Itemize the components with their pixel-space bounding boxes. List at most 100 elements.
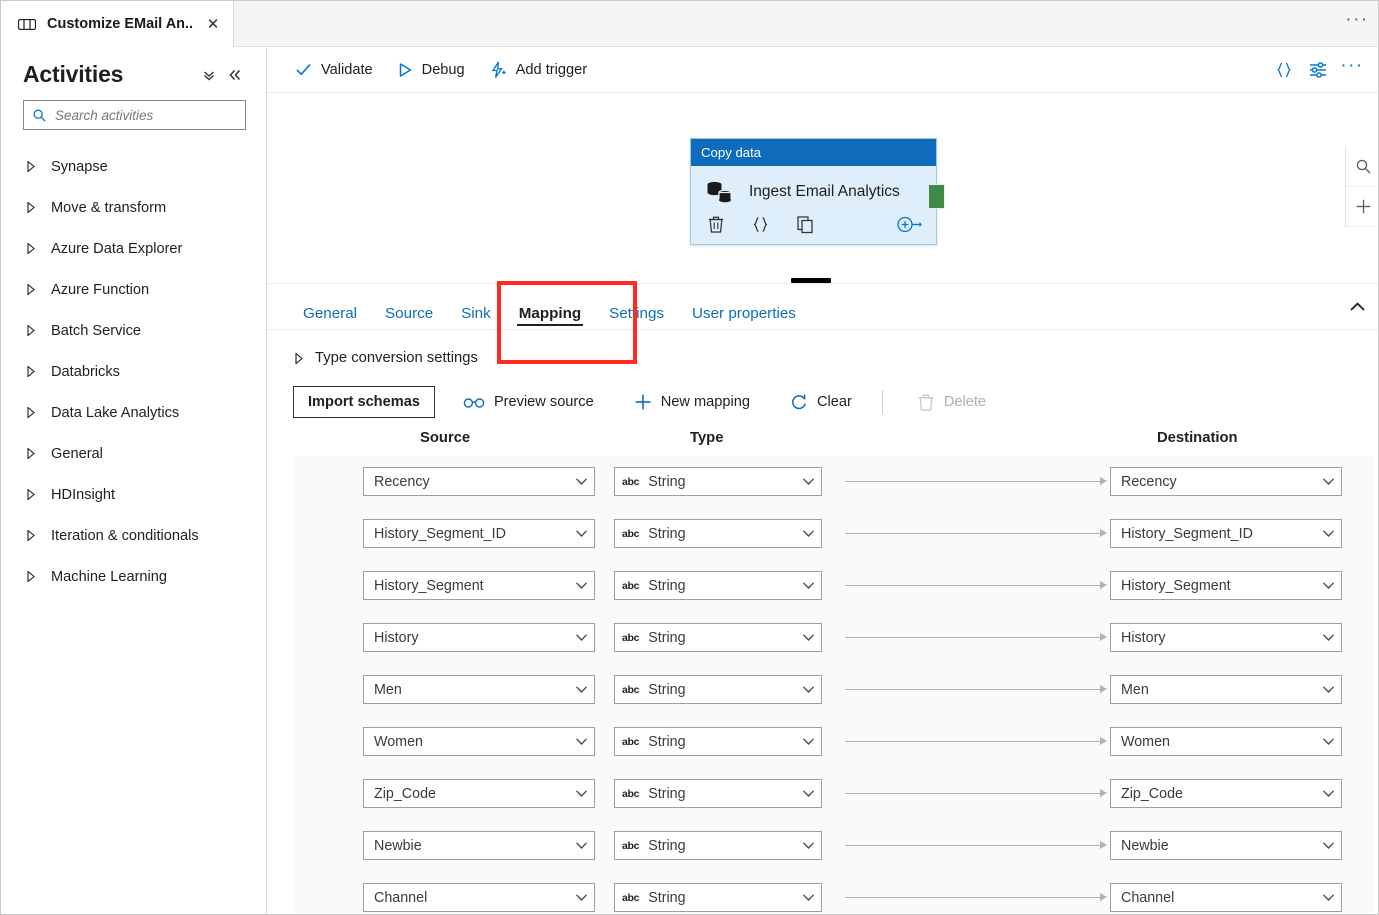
activity-node-copy-data[interactable]: Copy data Ingest Email Analytics <box>690 138 945 245</box>
destination-field-select[interactable]: Channel <box>1110 883 1342 912</box>
sidebar-item-data-lake-analytics[interactable]: Data Lake Analytics <box>1 392 266 433</box>
destination-field-select[interactable]: History <box>1110 623 1342 652</box>
source-field-select[interactable]: Zip_Code <box>363 779 595 808</box>
table-row: Men abc String Men <box>267 664 1378 716</box>
destination-field-select[interactable]: Recency <box>1110 467 1342 496</box>
sidebar-item-databricks[interactable]: Databricks <box>1 351 266 392</box>
type-select[interactable]: abc String <box>614 779 822 808</box>
tab-settings[interactable]: Settings <box>595 284 678 329</box>
abc-type-icon: abc <box>622 683 640 696</box>
editor-area: Validate Debug Add trigger ··· Copy data… <box>267 47 1378 914</box>
type-select[interactable]: abc String <box>614 571 822 600</box>
play-triangle-icon <box>397 62 413 78</box>
sidebar-item-general[interactable]: General <box>1 433 266 474</box>
destination-field-select[interactable]: Women <box>1110 727 1342 756</box>
tabstrip-overflow-button[interactable]: ··· <box>1334 1 1378 46</box>
tab-general[interactable]: General <box>289 284 371 329</box>
destination-field-select[interactable]: History_Segment <box>1110 571 1342 600</box>
sidebar-item-label: General <box>51 445 103 462</box>
mapping-connector-arrowhead <box>1100 737 1107 745</box>
type-select[interactable]: abc String <box>614 675 822 704</box>
chevron-down-icon <box>798 893 815 902</box>
clear-button[interactable]: Clear <box>778 386 864 418</box>
close-icon[interactable]: ✕ <box>203 17 223 32</box>
sidebar-item-synapse[interactable]: Synapse <box>1 146 266 187</box>
type-select[interactable]: abc String <box>614 831 822 860</box>
sliders-icon[interactable] <box>1301 54 1335 86</box>
type-select[interactable]: abc String <box>614 883 822 912</box>
source-field-select[interactable]: History <box>363 623 595 652</box>
add-trigger-label: Add trigger <box>515 61 588 78</box>
copy-icon[interactable] <box>796 215 815 234</box>
preview-source-button[interactable]: Preview source <box>451 386 606 418</box>
destination-field-select[interactable]: Newbie <box>1110 831 1342 860</box>
add-output-arrow-icon[interactable] <box>896 215 922 234</box>
chevron-down-icon <box>1318 633 1335 642</box>
debug-button[interactable]: Debug <box>385 54 477 86</box>
delete-button[interactable]: Delete <box>905 386 998 418</box>
trash-icon[interactable] <box>707 215 725 234</box>
source-field-select[interactable]: Newbie <box>363 831 595 860</box>
double-chevron-down-icon[interactable] <box>196 62 222 88</box>
source-field-select[interactable]: History_Segment <box>363 571 595 600</box>
source-field-select[interactable]: Channel <box>363 883 595 912</box>
mapping-connector-arrowhead <box>1100 581 1107 589</box>
type-value: String <box>648 525 686 542</box>
chevron-up-icon[interactable] <box>1335 284 1378 329</box>
add-trigger-button[interactable]: Add trigger <box>477 54 599 86</box>
chevron-right-icon <box>27 284 37 295</box>
sidebar-item-batch-service[interactable]: Batch Service <box>1 310 266 351</box>
tab-source[interactable]: Source <box>371 284 447 329</box>
tab-mapping[interactable]: Mapping <box>505 284 595 329</box>
type-select[interactable]: abc String <box>614 727 822 756</box>
source-field-select[interactable]: History_Segment_ID <box>363 519 595 548</box>
search-box[interactable] <box>23 100 246 130</box>
double-chevron-left-icon[interactable] <box>222 62 248 88</box>
destination-field-select[interactable]: Men <box>1110 675 1342 704</box>
destination-field-select[interactable]: Zip_Code <box>1110 779 1342 808</box>
chevron-down-icon <box>1318 789 1335 798</box>
sidebar-item-iteration-conditionals[interactable]: Iteration & conditionals <box>1 515 266 556</box>
tab-label: User properties <box>692 305 796 322</box>
destination-field-value: Men <box>1121 681 1149 698</box>
destination-field-value: History <box>1121 629 1166 646</box>
chevron-right-icon <box>27 448 37 459</box>
node-success-output-connector[interactable] <box>928 184 945 209</box>
plus-icon[interactable] <box>1346 187 1378 227</box>
sidebar-item-label: Machine Learning <box>51 568 168 585</box>
pipeline-canvas[interactable]: Copy data Ingest Email Analytics <box>267 93 1378 283</box>
type-conversion-settings-toggle[interactable]: Type conversion settings <box>267 330 567 382</box>
abc-type-icon: abc <box>622 527 640 540</box>
table-row: History abc String History <box>267 612 1378 664</box>
sidebar-item-azure-function[interactable]: Azure Function <box>1 269 266 310</box>
import-schemas-button[interactable]: Import schemas <box>293 386 435 418</box>
source-field-value: History_Segment_ID <box>374 525 506 542</box>
type-select[interactable]: abc String <box>614 519 822 548</box>
chevron-right-icon <box>27 530 37 541</box>
type-select[interactable]: abc String <box>614 467 822 496</box>
destination-field-select[interactable]: History_Segment_ID <box>1110 519 1342 548</box>
more-options-button[interactable]: ··· <box>1335 54 1369 86</box>
search-input[interactable] <box>55 107 235 123</box>
sidebar-item-machine-learning[interactable]: Machine Learning <box>1 556 266 597</box>
mapping-connector-arrowhead <box>1100 841 1107 849</box>
chevron-down-icon <box>571 893 588 902</box>
type-select[interactable]: abc String <box>614 623 822 652</box>
new-mapping-button[interactable]: New mapping <box>622 386 762 418</box>
source-field-select[interactable]: Men <box>363 675 595 704</box>
magnifier-icon[interactable] <box>1346 147 1378 187</box>
tab-user-properties[interactable]: User properties <box>678 284 810 329</box>
curly-braces-icon[interactable] <box>1267 54 1301 86</box>
source-field-select[interactable]: Women <box>363 727 595 756</box>
document-tab-customize-email[interactable]: Customize EMail An... ✕ <box>1 1 234 47</box>
sidebar-item-hdinsight[interactable]: HDInsight <box>1 474 266 515</box>
validate-button[interactable]: Validate <box>283 54 385 86</box>
curly-braces-icon[interactable] <box>751 215 770 234</box>
sidebar-item-azure-data-explorer[interactable]: Azure Data Explorer <box>1 228 266 269</box>
sidebar-item-move-transform[interactable]: Move & transform <box>1 187 266 228</box>
source-field-select[interactable]: Recency <box>363 467 595 496</box>
tab-sink[interactable]: Sink <box>447 284 505 329</box>
chevron-down-icon <box>1318 685 1335 694</box>
sidebar-item-label: Azure Data Explorer <box>51 240 183 257</box>
chevron-down-icon <box>571 581 588 590</box>
